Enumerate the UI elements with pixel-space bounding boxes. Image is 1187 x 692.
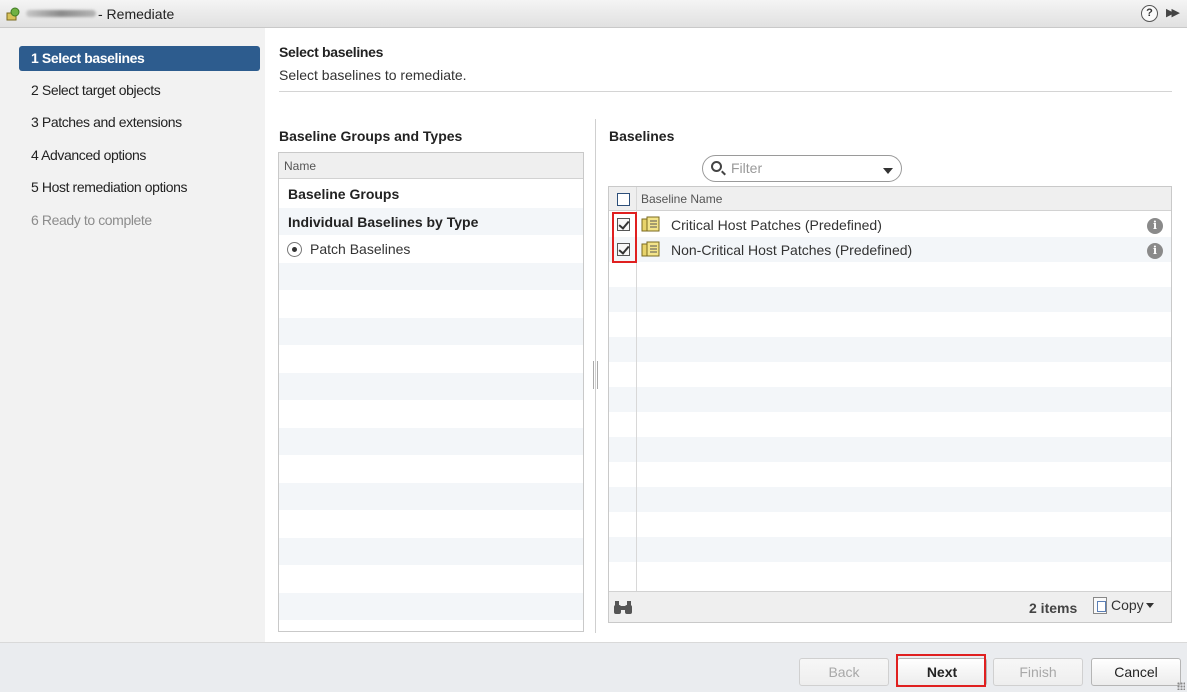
filter-placeholder: Filter [731, 160, 763, 176]
row-stripe [609, 262, 1171, 287]
non-critical-host-patches-name[interactable]: Non-Critical Host Patches (Predefined) [671, 242, 912, 258]
checkbox-highlight-box [612, 212, 637, 263]
row-stripe [279, 290, 583, 318]
copy-icon [1093, 597, 1107, 614]
row-stripe [609, 437, 1171, 462]
row-stripe [609, 512, 1171, 537]
row-stripe [279, 592, 583, 620]
chevron-down-icon [1145, 603, 1154, 608]
individual-baselines-row[interactable]: Individual Baselines by Type [288, 214, 478, 230]
row-stripe [279, 400, 583, 428]
row-stripe [609, 312, 1171, 337]
row-stripe [279, 345, 583, 373]
back-button[interactable]: Back [799, 658, 889, 686]
row-stripe [279, 565, 583, 593]
search-icon [711, 161, 722, 172]
row-stripe [279, 537, 583, 565]
copy-button[interactable]: Copy [1093, 597, 1154, 614]
copy-label: Copy [1111, 597, 1144, 613]
patch-baseline-icon [641, 216, 660, 232]
baselines-panel-heading: Baselines [609, 128, 675, 144]
critical-host-patches-name[interactable]: Critical Host Patches (Predefined) [671, 217, 882, 233]
binoculars-icon[interactable] [613, 601, 633, 615]
row-stripe [279, 427, 583, 455]
resize-grip[interactable] [1177, 682, 1185, 690]
row-stripe [279, 372, 583, 400]
baselines-grid: Baseline Name Critical Host Patches (Pre… [608, 186, 1172, 623]
step-advanced-options[interactable]: 4 Advanced options [19, 143, 260, 168]
info-icon[interactable]: i [1147, 243, 1163, 259]
row-stripe [279, 482, 583, 510]
splitter-handle[interactable] [593, 361, 598, 389]
groups-panel: Name Baseline Groups Individual Baseline… [278, 152, 584, 632]
step-host-remediation-options[interactable]: 5 Host remediation options [19, 175, 260, 200]
row-stripe [609, 337, 1171, 362]
row-stripe [609, 487, 1171, 512]
step-patches-and-extensions[interactable]: 3 Patches and extensions [19, 110, 260, 135]
patch-baseline-icon [641, 241, 660, 257]
header-divider [279, 91, 1172, 92]
step-select-target-objects[interactable]: 2 Select target objects [19, 78, 260, 103]
row-stripe [279, 262, 583, 290]
cancel-button[interactable]: Cancel [1091, 658, 1181, 686]
page-subtitle: Select baselines to remediate. [279, 67, 467, 83]
redacted-host-name [26, 10, 96, 17]
patch-baselines-label: Patch Baselines [310, 241, 411, 257]
wizard-footer: Back Next Finish Cancel [0, 642, 1187, 692]
wizard-steps-sidebar: 1 Select baselines 2 Select target objec… [0, 28, 265, 642]
page-title: Select baselines [279, 44, 384, 60]
patch-baselines-radio[interactable] [287, 242, 302, 257]
row-stripe [279, 455, 583, 483]
window-titlebar: - Remediate ? ▶▶ [0, 0, 1187, 28]
remediate-app-icon [6, 7, 20, 21]
step-ready-to-complete: 6 Ready to complete [31, 212, 152, 228]
window-title: - Remediate [98, 6, 175, 22]
select-all-checkbox[interactable] [617, 193, 630, 206]
row-stripe [609, 387, 1171, 412]
info-icon[interactable]: i [1147, 218, 1163, 234]
baselines-grid-header: Baseline Name [609, 187, 1171, 211]
row-stripe [279, 510, 583, 538]
step-select-baselines[interactable]: 1 Select baselines [19, 46, 260, 71]
row-stripe [609, 537, 1171, 562]
row-stripe [609, 412, 1171, 437]
filter-dropdown-icon[interactable] [883, 168, 893, 174]
row-stripe [609, 287, 1171, 312]
groups-column-header[interactable]: Name [279, 153, 583, 179]
row-stripe [609, 362, 1171, 387]
row-stripe [279, 317, 583, 345]
filter-input[interactable]: Filter [702, 155, 902, 182]
baselines-grid-footer: 2 items Copy [609, 591, 1171, 622]
row-stripe [609, 462, 1171, 487]
baseline-name-column-header[interactable]: Baseline Name [641, 192, 722, 206]
patch-baselines-row[interactable]: Patch Baselines [287, 241, 410, 257]
expand-icon[interactable]: ▶▶ [1166, 6, 1180, 19]
wizard-content: Select baselines Select baselines to rem… [265, 28, 1187, 642]
baseline-groups-row[interactable]: Baseline Groups [288, 186, 399, 202]
next-highlight-box [896, 654, 986, 687]
item-count: 2 items [1029, 600, 1078, 616]
help-icon[interactable]: ? [1141, 5, 1158, 22]
groups-panel-heading: Baseline Groups and Types [279, 128, 463, 144]
row-stripe [609, 562, 1171, 587]
finish-button[interactable]: Finish [993, 658, 1083, 686]
